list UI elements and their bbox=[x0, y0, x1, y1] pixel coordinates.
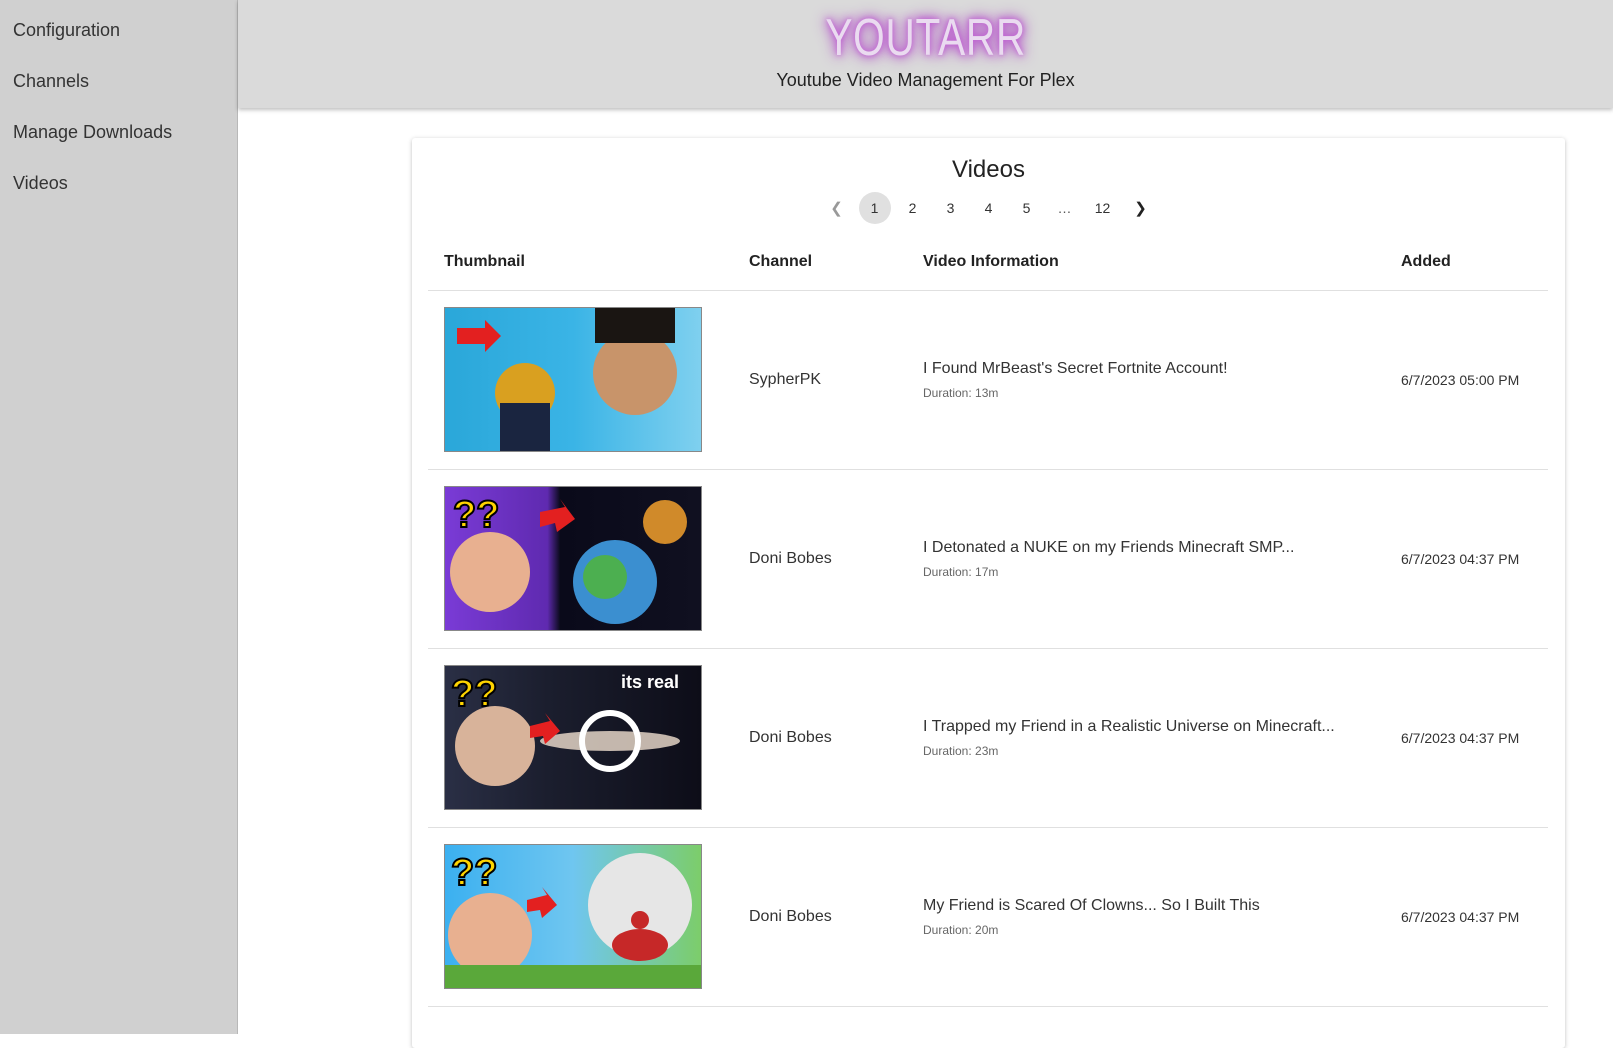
app-header: YOUTARR Youtube Video Management For Ple… bbox=[238, 0, 1613, 108]
channel-cell: Doni Bobes bbox=[733, 648, 907, 828]
column-header-added: Added bbox=[1385, 234, 1548, 291]
table-row[interactable]: ?? Doni Bobes I Detonated a NUKE on my F… bbox=[428, 469, 1548, 649]
page-ellipsis: … bbox=[1057, 200, 1072, 216]
videos-table-wrapper: Thumbnail Channel Video Information Adde… bbox=[428, 234, 1548, 1007]
thumbnail-cell: ?? bbox=[428, 469, 733, 649]
video-info-cell: I Trapped my Friend in a Realistic Unive… bbox=[907, 648, 1385, 828]
table-row[interactable]: ?? Doni Bobes My Friend is Scared Of Clo… bbox=[428, 827, 1548, 1007]
sidebar: Configuration Channels Manage Downloads … bbox=[0, 0, 238, 1034]
table-header-row: Thumbnail Channel Video Information Adde… bbox=[428, 234, 1548, 291]
svg-text:??: ?? bbox=[453, 494, 499, 536]
video-title[interactable]: I Found MrBeast's Secret Fortnite Accoun… bbox=[923, 360, 1369, 378]
video-info-cell: I Found MrBeast's Secret Fortnite Accoun… bbox=[907, 290, 1385, 470]
app-tagline: Youtube Video Management For Plex bbox=[776, 70, 1075, 90]
videos-card: Videos ❮ 1 2 3 4 5 … 12 ❯ Thumbnail Chan… bbox=[412, 138, 1565, 1048]
chevron-right-icon[interactable]: ❯ bbox=[1125, 192, 1157, 224]
thumbnail-art: ?? bbox=[445, 851, 701, 988]
video-thumbnail[interactable] bbox=[444, 307, 702, 452]
sidebar-item-videos[interactable]: Videos bbox=[0, 158, 237, 209]
video-title[interactable]: My Friend is Scared Of Clowns... So I Bu… bbox=[923, 897, 1369, 915]
video-duration: Duration: 17m bbox=[923, 564, 999, 579]
table-row[interactable]: ?? its real Doni Bobes I Trapped my Frie… bbox=[428, 648, 1548, 828]
page-button-3[interactable]: 3 bbox=[935, 192, 967, 224]
video-duration: Duration: 13m bbox=[923, 385, 999, 400]
pagination: ❮ 1 2 3 4 5 … 12 ❯ bbox=[412, 192, 1565, 224]
added-date: 6/7/2023 04:37 PM bbox=[1385, 827, 1548, 1007]
page-button-1[interactable]: 1 bbox=[858, 192, 891, 224]
video-thumbnail[interactable]: ?? bbox=[444, 486, 702, 631]
sidebar-item-manage-downloads[interactable]: Manage Downloads bbox=[0, 107, 237, 158]
thumbnail-art: ?? its real bbox=[450, 672, 680, 786]
sidebar-item-channels[interactable]: Channels bbox=[0, 56, 237, 107]
page-button-12[interactable]: 12 bbox=[1087, 192, 1119, 224]
column-header-video-information: Video Information bbox=[907, 234, 1385, 291]
videos-table: Thumbnail Channel Video Information Adde… bbox=[428, 234, 1548, 1007]
table-row[interactable]: SypherPK I Found MrBeast's Secret Fortni… bbox=[428, 290, 1548, 470]
added-date: 6/7/2023 04:37 PM bbox=[1385, 469, 1548, 649]
brand-logo: YOUTARR bbox=[825, 9, 1026, 67]
column-header-thumbnail: Thumbnail bbox=[428, 234, 733, 291]
channel-cell: Doni Bobes bbox=[733, 827, 907, 1007]
sidebar-nav: Configuration Channels Manage Downloads … bbox=[0, 0, 237, 209]
page-button-4[interactable]: 4 bbox=[973, 192, 1005, 224]
chevron-left-icon[interactable]: ❮ bbox=[821, 192, 853, 224]
video-duration: Duration: 23m bbox=[923, 743, 999, 758]
thumbnail-art bbox=[457, 308, 677, 451]
svg-text:??: ?? bbox=[451, 852, 497, 894]
video-duration: Duration: 20m bbox=[923, 922, 999, 937]
video-thumbnail[interactable]: ?? its real bbox=[444, 665, 702, 810]
channel-cell: Doni Bobes bbox=[733, 469, 907, 649]
thumbnail-caption: its real bbox=[621, 672, 679, 692]
page-button-2[interactable]: 2 bbox=[897, 192, 929, 224]
sidebar-item-configuration[interactable]: Configuration bbox=[0, 5, 237, 56]
thumbnail-cell bbox=[428, 290, 733, 470]
channel-cell: SypherPK bbox=[733, 290, 907, 470]
video-info-cell: My Friend is Scared Of Clowns... So I Bu… bbox=[907, 827, 1385, 1007]
thumbnail-cell: ?? bbox=[428, 827, 733, 1007]
video-title[interactable]: I Trapped my Friend in a Realistic Unive… bbox=[923, 718, 1369, 736]
added-date: 6/7/2023 04:37 PM bbox=[1385, 648, 1548, 828]
thumbnail-cell: ?? its real bbox=[428, 648, 733, 828]
added-date: 6/7/2023 05:00 PM bbox=[1385, 290, 1548, 470]
thumbnail-art: ?? bbox=[450, 493, 687, 624]
video-info-cell: I Detonated a NUKE on my Friends Minecra… bbox=[907, 469, 1385, 649]
page-title: Videos bbox=[952, 156, 1025, 183]
video-title[interactable]: I Detonated a NUKE on my Friends Minecra… bbox=[923, 539, 1369, 557]
page-button-5[interactable]: 5 bbox=[1011, 192, 1043, 224]
column-header-channel: Channel bbox=[733, 234, 907, 291]
video-thumbnail[interactable]: ?? bbox=[444, 844, 702, 989]
